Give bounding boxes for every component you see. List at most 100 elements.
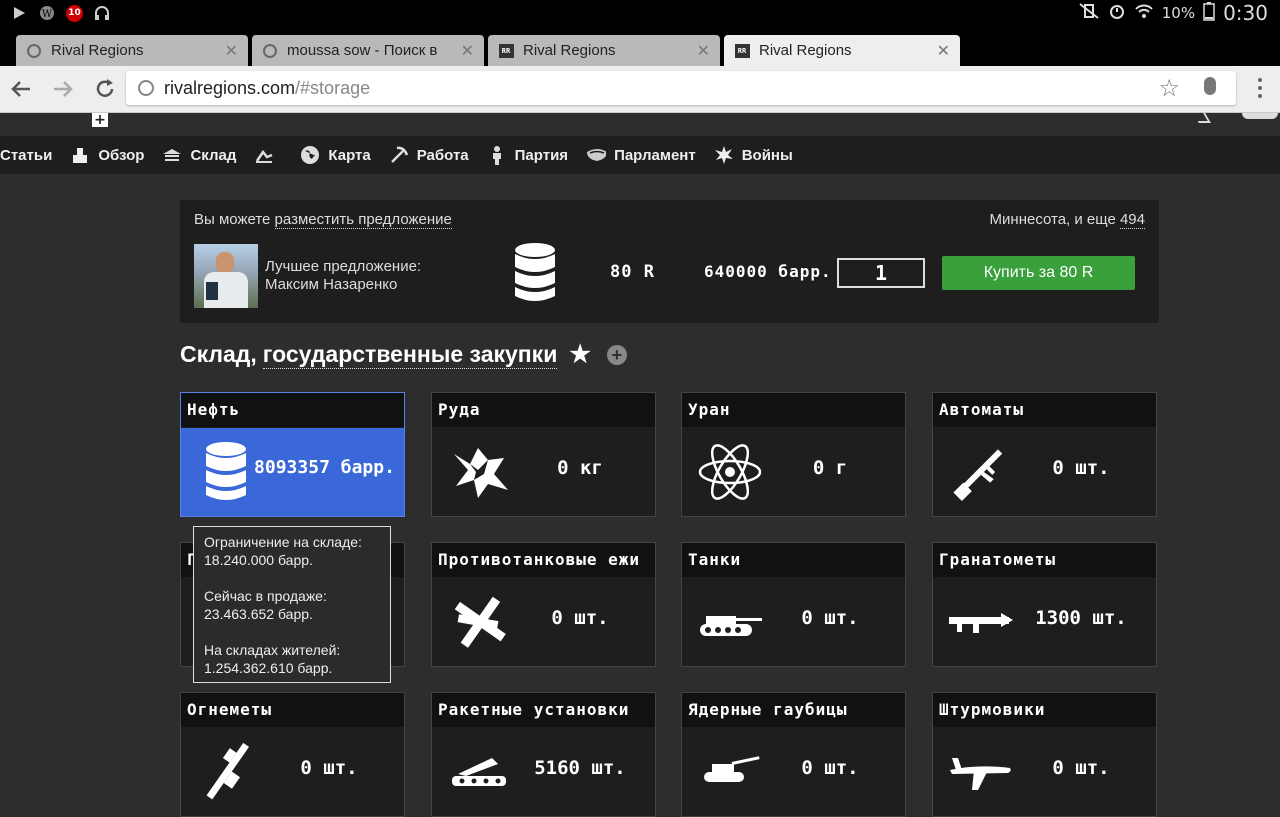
nav-label: Партия — [514, 146, 569, 164]
rr-icon: RR — [734, 43, 750, 59]
best-offer: Лучшее предложение: Максим Назаренко — [265, 258, 421, 294]
region-count-link[interactable]: 494 — [1119, 211, 1145, 229]
url-host: rivalregions.com — [164, 77, 296, 98]
browser-tab[interactable]: Rival Regions ✕ — [16, 35, 248, 66]
resource-card-rocket-launchers[interactable]: Ракетные установки 5160 шт. — [431, 692, 656, 817]
ore-icon — [444, 436, 516, 508]
headphones-icon — [93, 4, 111, 22]
clock: 0:30 — [1223, 1, 1268, 25]
globe-icon — [300, 145, 320, 165]
nav-articles[interactable]: Статьи — [0, 147, 52, 164]
rifle-icon — [945, 436, 1017, 508]
limit-label: Ограничение на складе: — [204, 534, 362, 550]
close-icon[interactable]: ✕ — [697, 41, 710, 60]
resource-name: Руда — [432, 393, 655, 427]
resource-card-flamethrowers[interactable]: Огнеметы 0 шт. — [180, 692, 405, 817]
resource-card-attack-planes[interactable]: Штурмовики 0 шт. — [932, 692, 1157, 817]
resource-card-tanks[interactable]: Танки 0 шт. — [681, 542, 906, 667]
rocket-launcher-icon — [444, 736, 516, 808]
add-icon[interactable]: + — [606, 344, 627, 365]
close-icon[interactable]: ✕ — [937, 41, 950, 60]
resource-value: 0 шт. — [300, 757, 358, 779]
residents-label: На складах жителей: — [204, 642, 341, 658]
offer-amount: 640000 барр. — [704, 262, 832, 281]
resource-card-ore[interactable]: Руда 0 кг — [431, 392, 656, 517]
resource-name: Противотанковые ежи — [432, 543, 655, 577]
user-icon[interactable] — [1242, 113, 1278, 119]
resource-value: 0 шт. — [1052, 757, 1110, 779]
browser-tab-strip: Rival Regions ✕ moussa sow - Поиск в ✕ R… — [0, 28, 1280, 88]
plus-icon[interactable]: + — [92, 113, 108, 127]
nav-label: Войны — [741, 146, 793, 164]
notification-count-icon: 10 — [66, 4, 83, 22]
forward-button[interactable] — [50, 76, 76, 102]
browser-tab-active[interactable]: RR Rival Regions ✕ — [724, 35, 960, 66]
buy-button[interactable]: Купить за 80 R — [942, 256, 1135, 290]
nav-label: Обзор — [98, 146, 145, 164]
pickaxe-icon — [389, 145, 409, 165]
state-purchases-link[interactable]: государственные закупки — [262, 341, 558, 369]
title-prefix: Склад, — [180, 341, 257, 367]
atom-icon — [694, 436, 766, 508]
offer-price: 80 R — [610, 262, 655, 282]
globe-icon — [138, 80, 154, 96]
globe-icon — [262, 43, 278, 59]
resource-name: Уран — [682, 393, 905, 427]
nav-label: Статьи — [0, 146, 53, 164]
resource-value: 8093357 барр. — [254, 457, 395, 478]
resource-card-hedgehogs[interactable]: Противотанковые ежи 0 шт. — [431, 542, 656, 667]
url-path: /#storage — [295, 77, 371, 98]
nav-storage[interactable]: Склад — [162, 145, 236, 165]
resource-name: Ядерные гаубицы — [682, 693, 905, 727]
flamethrower-icon — [193, 736, 265, 808]
browser-tab[interactable]: RR Rival Regions ✕ — [488, 35, 720, 66]
rr-icon: RR — [498, 43, 514, 59]
microphone-icon[interactable] — [1204, 77, 1216, 95]
browser-tab[interactable]: moussa sow - Поиск в ✕ — [252, 35, 484, 66]
resource-card-oil[interactable]: Нефть 8093357 барр. — [180, 392, 405, 517]
sale-label: Сейчас в продаже: — [204, 588, 327, 604]
resource-name: Танки — [682, 543, 905, 577]
best-offer-label: Лучшее предложение: — [265, 258, 422, 275]
nav-label: Склад — [190, 146, 237, 164]
resource-value: 0 шт. — [801, 607, 859, 629]
resource-value: 0 г — [812, 457, 848, 479]
play-icon — [10, 4, 28, 22]
close-icon[interactable]: ✕ — [225, 41, 238, 60]
nav-parliament[interactable]: Парламент — [586, 145, 696, 165]
nav-wars[interactable]: Войны — [714, 145, 793, 165]
close-icon[interactable]: ✕ — [461, 41, 474, 60]
nav-overview[interactable]: Обзор — [70, 145, 144, 165]
seller-avatar[interactable] — [194, 244, 258, 308]
nav-label: Работа — [416, 146, 469, 164]
back-button[interactable] — [8, 76, 34, 102]
nav-walk[interactable] — [254, 145, 282, 165]
address-bar[interactable]: rivalregions.com/#storage ☆ — [126, 71, 1236, 105]
globe-icon — [26, 43, 42, 59]
resource-name: Гранатометы — [933, 543, 1156, 577]
place-offer-link[interactable]: разместить предложение — [274, 211, 452, 229]
resource-card-rpg[interactable]: Гранатометы 1300 шт. — [932, 542, 1157, 667]
tank-icon — [694, 586, 766, 658]
resource-card-rifles[interactable]: Автоматы 0 шт. — [932, 392, 1157, 517]
bookmark-star-icon[interactable]: ☆ — [1158, 74, 1180, 102]
header-icon[interactable] — [1193, 113, 1211, 123]
menu-icon[interactable] — [1258, 78, 1262, 98]
nav-map[interactable]: Карта — [300, 145, 371, 165]
quantity-input[interactable] — [837, 258, 925, 288]
resource-card-uranium[interactable]: Уран 0 г — [681, 392, 906, 517]
seller-name[interactable]: Максим Назаренко — [265, 276, 421, 294]
nav-party[interactable]: Партия — [487, 145, 568, 165]
battery-icon — [1203, 1, 1215, 25]
tab-title: Rival Regions — [523, 42, 616, 59]
wifi-icon — [1134, 2, 1154, 24]
star-icon[interactable]: ★ — [569, 340, 591, 369]
plane-icon — [945, 736, 1017, 808]
resource-name: Ракетные установки — [432, 693, 655, 727]
reload-button[interactable] — [92, 76, 118, 102]
nav-work[interactable]: Работа — [389, 145, 469, 165]
battery-percent: 10% — [1161, 4, 1196, 22]
region-text: Миннесота, и еще — [989, 211, 1116, 228]
region-info: Миннесота, и еще 494 — [989, 211, 1145, 229]
resource-card-howitzers[interactable]: Ядерные гаубицы 0 шт. — [681, 692, 906, 817]
